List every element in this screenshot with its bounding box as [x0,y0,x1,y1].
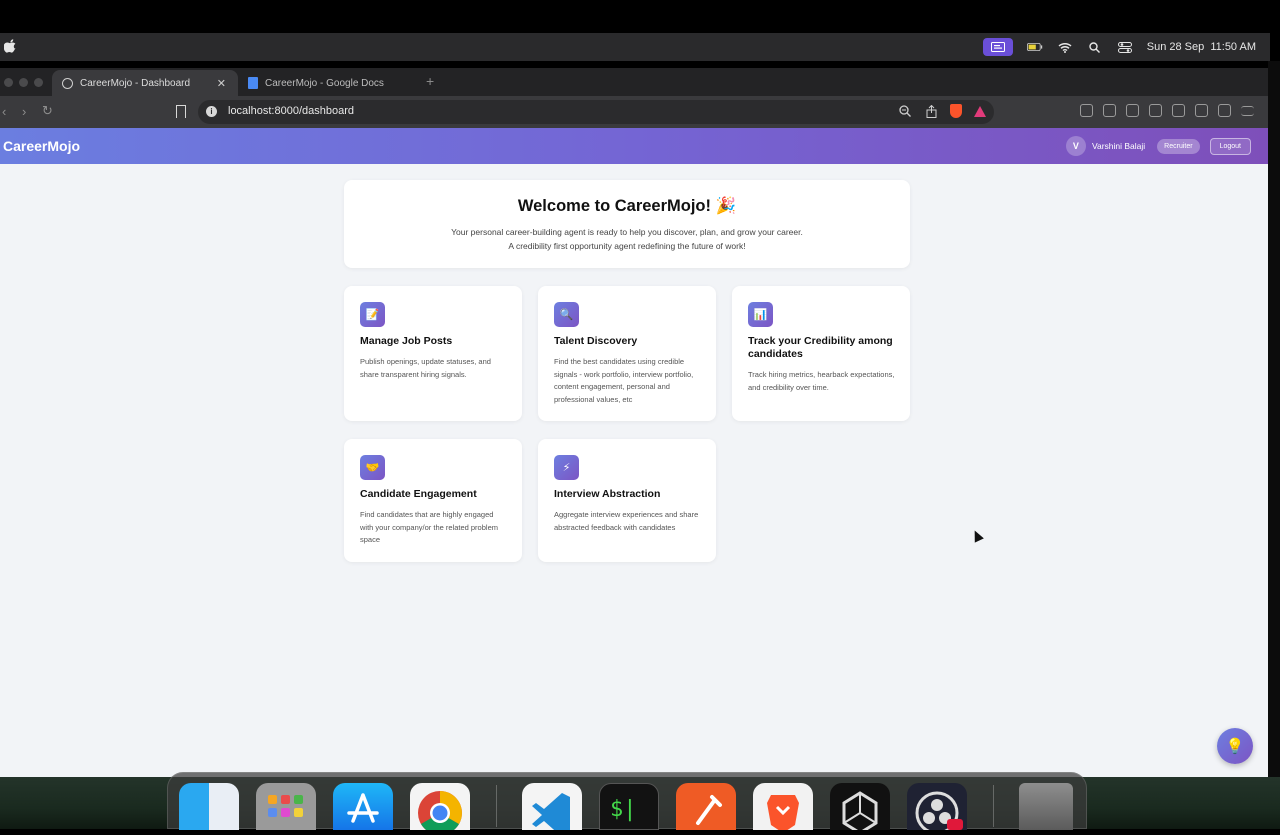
mouse-cursor [970,528,984,543]
close-window-button[interactable] [4,78,13,87]
reload-icon[interactable]: ↻ [42,103,53,119]
card-title: Candidate Engagement [360,488,477,500]
vpn-icon[interactable] [1218,104,1231,117]
app-store-icon[interactable] [333,783,393,830]
screen-top-border [0,0,1280,33]
card-track-credibility[interactable]: 📊 Track your Credibility among candidate… [732,286,910,421]
postman-icon[interactable] [676,783,736,830]
brave-shields-icon[interactable] [950,104,962,118]
assistant-button[interactable]: 💡 [1217,728,1253,764]
zoom-window-button[interactable] [34,78,43,87]
card-title: Talent Discovery [554,335,638,347]
handshake-icon: 🤝 [360,455,385,480]
brave-icon[interactable] [753,783,813,833]
globe-icon [62,77,73,89]
chrome-icon[interactable] [410,783,470,835]
obs-icon[interactable] [907,783,967,835]
url-text[interactable]: localhost:8000/dashboard [228,105,354,117]
card-title: Track your Credibility among candidates [748,335,893,360]
finder-icon[interactable] [179,783,239,830]
unity-icon[interactable] [830,783,890,835]
dock-separator [496,785,497,827]
svg-text:$|: $| [610,797,637,822]
card-title: Interview Abstraction [554,488,661,500]
app-header: CareerMojo V Varshini Balaji Recruiter L… [0,128,1268,164]
card-title: Manage Job Posts [360,335,453,347]
lightbulb-icon: 💡 [1225,738,1245,755]
launchpad-icon[interactable] [256,783,316,830]
avatar[interactable]: V [1065,136,1086,156]
minimize-window-button[interactable] [19,78,28,87]
browser-toolbar: ‹ › ↻ i localhost:8000/dashboard [0,96,1268,128]
bar-chart-icon: 📊 [748,302,773,327]
terminal-icon[interactable]: $| [599,783,659,830]
card-candidate-engagement[interactable]: 🤝 Candidate Engagement Find candidates t… [344,439,522,562]
wallet-icon[interactable] [1172,104,1185,117]
card-description: Aggregate interview experiences and shar… [554,510,699,532]
card-description: Find candidates that are highly engaged … [360,510,498,545]
extension-icon[interactable] [1126,104,1139,117]
lightning-icon: ⚡ [554,455,579,480]
site-info-icon[interactable]: i [206,106,217,117]
new-tab-button[interactable]: + [426,73,434,89]
macos-dock: $| [167,772,1087,835]
back-icon[interactable]: ‹ [2,104,6,119]
card-manage-job-posts[interactable]: 📝 Manage Job Posts Publish openings, upd… [344,286,522,421]
magnifier-icon: 🔍 [554,302,579,327]
tab-title: CareerMojo - Dashboard [80,77,191,89]
tab-title: CareerMojo - Google Docs [265,77,384,89]
puzzle-icon[interactable] [1103,104,1116,117]
welcome-card: Welcome to CareerMojo! 🎉 Your personal c… [344,180,910,268]
google-docs-icon [248,77,258,89]
zoom-icon[interactable] [898,104,912,118]
trash-icon[interactable] [1019,783,1073,830]
brave-rewards-icon[interactable] [974,105,986,117]
welcome-title: Welcome to CareerMojo! 🎉 [517,197,737,215]
card-description: Find the best candidates using credible … [554,357,694,405]
battery-icon[interactable] [1026,40,1043,54]
menu-icon[interactable] [1241,106,1254,116]
user-menu: V Varshini Balaji Recruiter Logout [1065,136,1251,156]
tab-careermojo-google-docs[interactable]: CareerMojo - Google Docs [238,70,418,96]
user-name: Varshini Balaji [1091,141,1146,151]
memo-icon: 📝 [360,302,385,327]
control-center-icon[interactable] [1117,40,1133,54]
sidebar-icon[interactable] [1149,104,1162,117]
bookmark-icon[interactable] [176,105,186,118]
card-talent-discovery[interactable]: 🔍 Talent Discovery Find the best candida… [538,286,716,421]
window-edge [1268,61,1280,777]
window-controls [4,78,43,87]
address-bar[interactable]: i localhost:8000/dashboard [198,100,994,124]
logout-button[interactable]: Logout [1209,137,1251,155]
macos-menubar: Sun 28 Sep 11:50 AM [0,33,1270,61]
welcome-tagline: A credibility first opportunity agent re… [508,241,746,251]
share-icon[interactable] [924,104,938,118]
screen-share-icon[interactable] [982,38,1013,56]
card-interview-abstraction[interactable]: ⚡ Interview Abstraction Aggregate interv… [538,439,716,562]
menubar-clock[interactable]: Sun 28 Sep 11:50 AM [1147,41,1256,53]
page-content: CareerMojo V Varshini Balaji Recruiter L… [0,128,1268,777]
forward-icon[interactable]: › [22,104,26,119]
apple-menu-icon[interactable] [4,39,16,53]
card-description: Track hiring metrics, hearback expectati… [748,370,895,392]
wifi-icon[interactable] [1057,40,1073,54]
tab-careermojo-dashboard[interactable]: CareerMojo - Dashboard ✕ [52,70,238,96]
dock-separator [993,785,994,827]
spotlight-search-icon[interactable] [1087,40,1103,54]
close-tab-icon[interactable]: ✕ [217,77,226,90]
browser-tab-bar: CareerMojo - Dashboard ✕ CareerMojo - Go… [0,68,1268,96]
extension-icon[interactable] [1080,104,1093,117]
brand-logo[interactable]: CareerMojo [3,138,80,154]
leo-ai-icon[interactable] [1195,104,1208,117]
role-badge: Recruiter [1157,138,1200,154]
card-description: Publish openings, update statuses, and s… [360,357,491,379]
welcome-subtitle: Your personal career-building agent is r… [451,227,803,237]
vscode-icon[interactable] [522,783,582,835]
